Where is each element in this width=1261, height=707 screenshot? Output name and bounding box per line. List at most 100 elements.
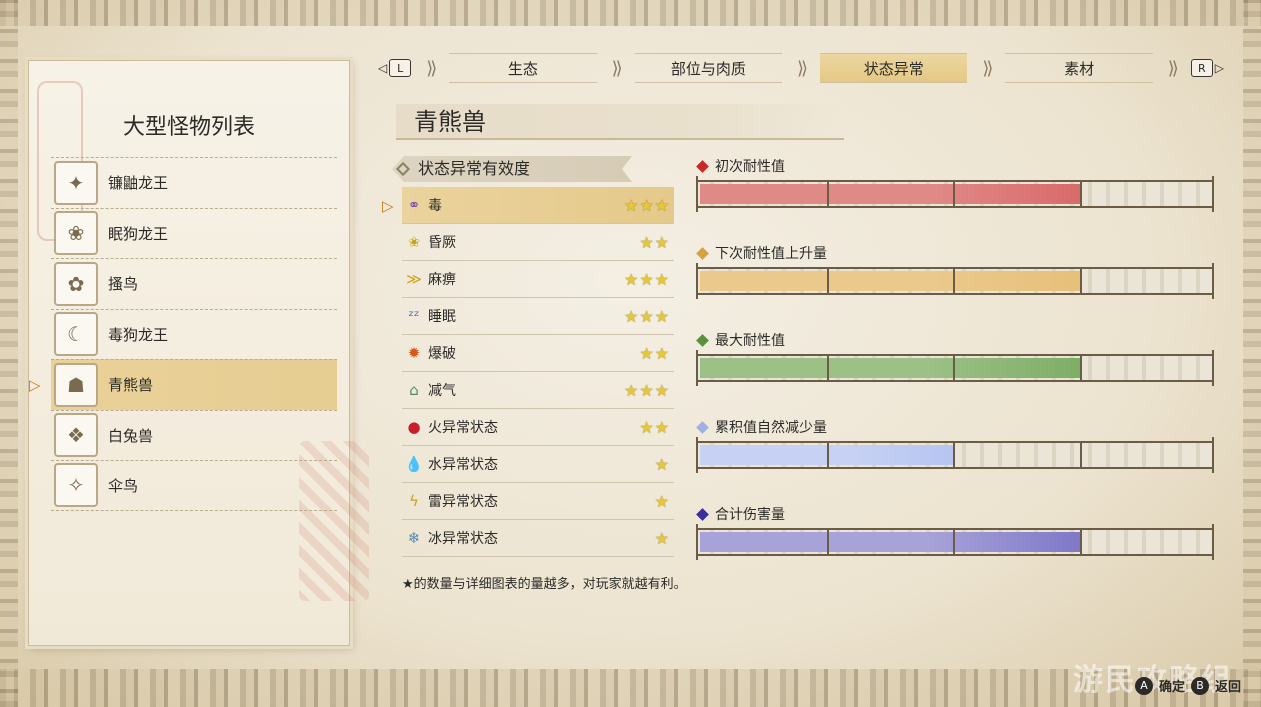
ailment-row[interactable]: ✬ 昏厥 ★★ [402,224,674,261]
ailment-row[interactable]: ▷ ⚭ 毒 ★★★ [382,187,674,224]
diamond-icon [696,507,709,521]
footnote: ★的数量与详细图表的量越多，对玩家就越有利。 [402,577,687,592]
monster-name: 伞鸟 [108,476,139,495]
tab-divider: ⟩⟩ [796,57,808,79]
diamond-icon [396,162,410,176]
bar-tick [826,269,829,293]
stun-icon: ✬ [407,233,421,251]
back-label[interactable]: 返回 [1215,676,1241,695]
panel-title: 大型怪物列表 [122,115,255,140]
bar-fill [700,184,1080,204]
monster-list-item[interactable]: ❀ 眠狗龙王 [51,207,337,259]
monster-icon: ☗ [54,362,98,407]
bar-tick [826,182,829,206]
bar-fill [700,271,1080,291]
tab-divider: ⟩⟩ [1167,57,1179,79]
fireblight-icon: ● [407,418,421,436]
b-button-icon[interactable]: B [1190,676,1209,695]
monster-name: 白兔兽 [108,426,154,445]
left-border-decoration [0,0,18,707]
star-rating: ★★ [639,343,670,363]
ailment-row[interactable]: ❄ 冰异常状态 ★ [402,520,674,557]
ailment-row[interactable]: ⌂ 减气 ★★★ [402,372,674,409]
ailment-row[interactable]: ᶻᶻ 睡眠 ★★★ [402,298,674,335]
resistance-bar-block: 累积值自然减少量 [696,416,1214,473]
monster-name: 青熊兽 [108,376,154,395]
bar-label-text: 累积值自然减少量 [715,420,827,436]
bar-tick [1079,356,1082,380]
ailment-list: ▷ ⚭ 毒 ★★★ ✬ 昏厥 ★★ ≫ 麻痹 ★★★ ᶻᶻ 睡眠 ★★★ ✹ 爆破 ★★ ⌂ 减气 ★★★ ● 火异常状… [382,187,674,557]
top-border-decoration [0,0,1261,26]
monster-list-item[interactable]: ☾ 毒狗龙王 [51,308,337,360]
bar-tick [1079,443,1082,467]
ailment-row[interactable]: ● 火异常状态 ★★ [402,409,674,446]
right-border-decoration [1243,0,1261,707]
effectiveness-title: 状态异常有效度 [392,156,632,182]
ailment-row[interactable]: ϟ 雷异常状态 ★ [402,483,674,520]
ailment-label: 水异常状态 [428,457,498,473]
bar-label: 最大耐性值 [696,329,1214,351]
ailment-row[interactable]: ≫ 麻痹 ★★★ [402,261,674,298]
bar-tick [953,356,955,380]
star-rating: ★ [654,491,670,511]
bar-tick [826,530,829,554]
monster-icon: ☾ [54,312,98,357]
star-rating: ★★ [639,232,670,252]
ailment-row[interactable]: 💧 水异常状态 ★ [402,446,674,483]
a-button-icon[interactable]: A [1134,676,1153,695]
effectiveness-title-text: 状态异常有效度 [418,159,531,178]
monster-name: 搔鸟 [108,275,139,294]
thunderblight-icon: ϟ [409,492,419,510]
selection-arrow-icon: ▷ [29,376,41,394]
tab-materials[interactable]: 素材 [1005,53,1153,83]
ailment-row[interactable]: ✹ 爆破 ★★ [402,335,674,372]
tab-next-key[interactable]: R [1190,59,1213,77]
diamond-icon [696,159,709,173]
tab-ailments[interactable]: 状态异常 [820,53,968,83]
monster-list-item[interactable]: ✦ 镰鼬龙王 [51,157,337,208]
bar-tick [826,443,829,467]
bar-tick [1079,269,1082,293]
tab-parts[interactable]: 部位与肉质 [634,53,783,83]
star-rating: ★★ [639,417,670,437]
ailment-label: 睡眠 [428,309,456,325]
tab-divider: ⟩⟩ [426,57,437,79]
tab-right-arrow-icon[interactable]: ▷ [1215,61,1224,75]
ailment-label: 爆破 [428,346,456,362]
resistance-bar-block: 合计伤害量 [696,503,1214,560]
monster-list-item[interactable]: ✿ 搔鸟 [51,258,337,309]
ailment-label: 雷异常状态 [428,494,498,510]
sleep-icon: ᶻᶻ [408,307,420,325]
star-rating: ★ [654,454,670,474]
bar-tick [953,530,955,554]
monster-list-item[interactable]: ❖ 白兔兽 [51,409,337,461]
monster-icon: ❖ [54,413,98,458]
resistance-bar-block: 最大耐性值 [696,329,1214,386]
ailment-label: 昏厥 [428,235,456,251]
tab-bar: ◁ L ⟩⟩ 生态 ⟩⟩ 部位与肉质 ⟩⟩ 状态异常 ⟩⟩ 素材 ⟩⟩ R ▷ [376,52,1226,84]
ailment-label: 火异常状态 [428,420,498,436]
monster-name: 眠狗龙王 [108,224,169,243]
star-rating: ★★★ [623,306,670,326]
monster-list-item[interactable]: ✧ 伞鸟 [51,460,337,511]
blast-icon: ✹ [407,344,421,362]
bar-tick [953,182,955,206]
resistance-bar [696,350,1214,386]
tab-left-arrow-icon[interactable]: ◁ [378,61,387,75]
tab-prev-key[interactable]: L [389,59,412,77]
bottom-border-decoration [0,669,1261,707]
ailment-label: 毒 [428,198,442,214]
diamond-icon [696,333,709,347]
bar-fill [700,358,1080,378]
bar-tick [826,356,829,380]
resistance-bar [696,437,1214,473]
monster-list-item[interactable]: ▷ ☗ 青熊兽 [29,359,337,410]
bar-label-text: 最大耐性值 [715,333,785,349]
bar-tick [1079,182,1082,206]
resistance-bar-block: 下次耐性值上升量 [696,242,1214,299]
star-rating: ★★★ [623,195,670,215]
bar-fill [700,532,1080,552]
confirm-label[interactable]: 确定 [1159,676,1185,695]
bar-tick [953,269,955,293]
tab-ecology[interactable]: 生态 [449,53,597,83]
